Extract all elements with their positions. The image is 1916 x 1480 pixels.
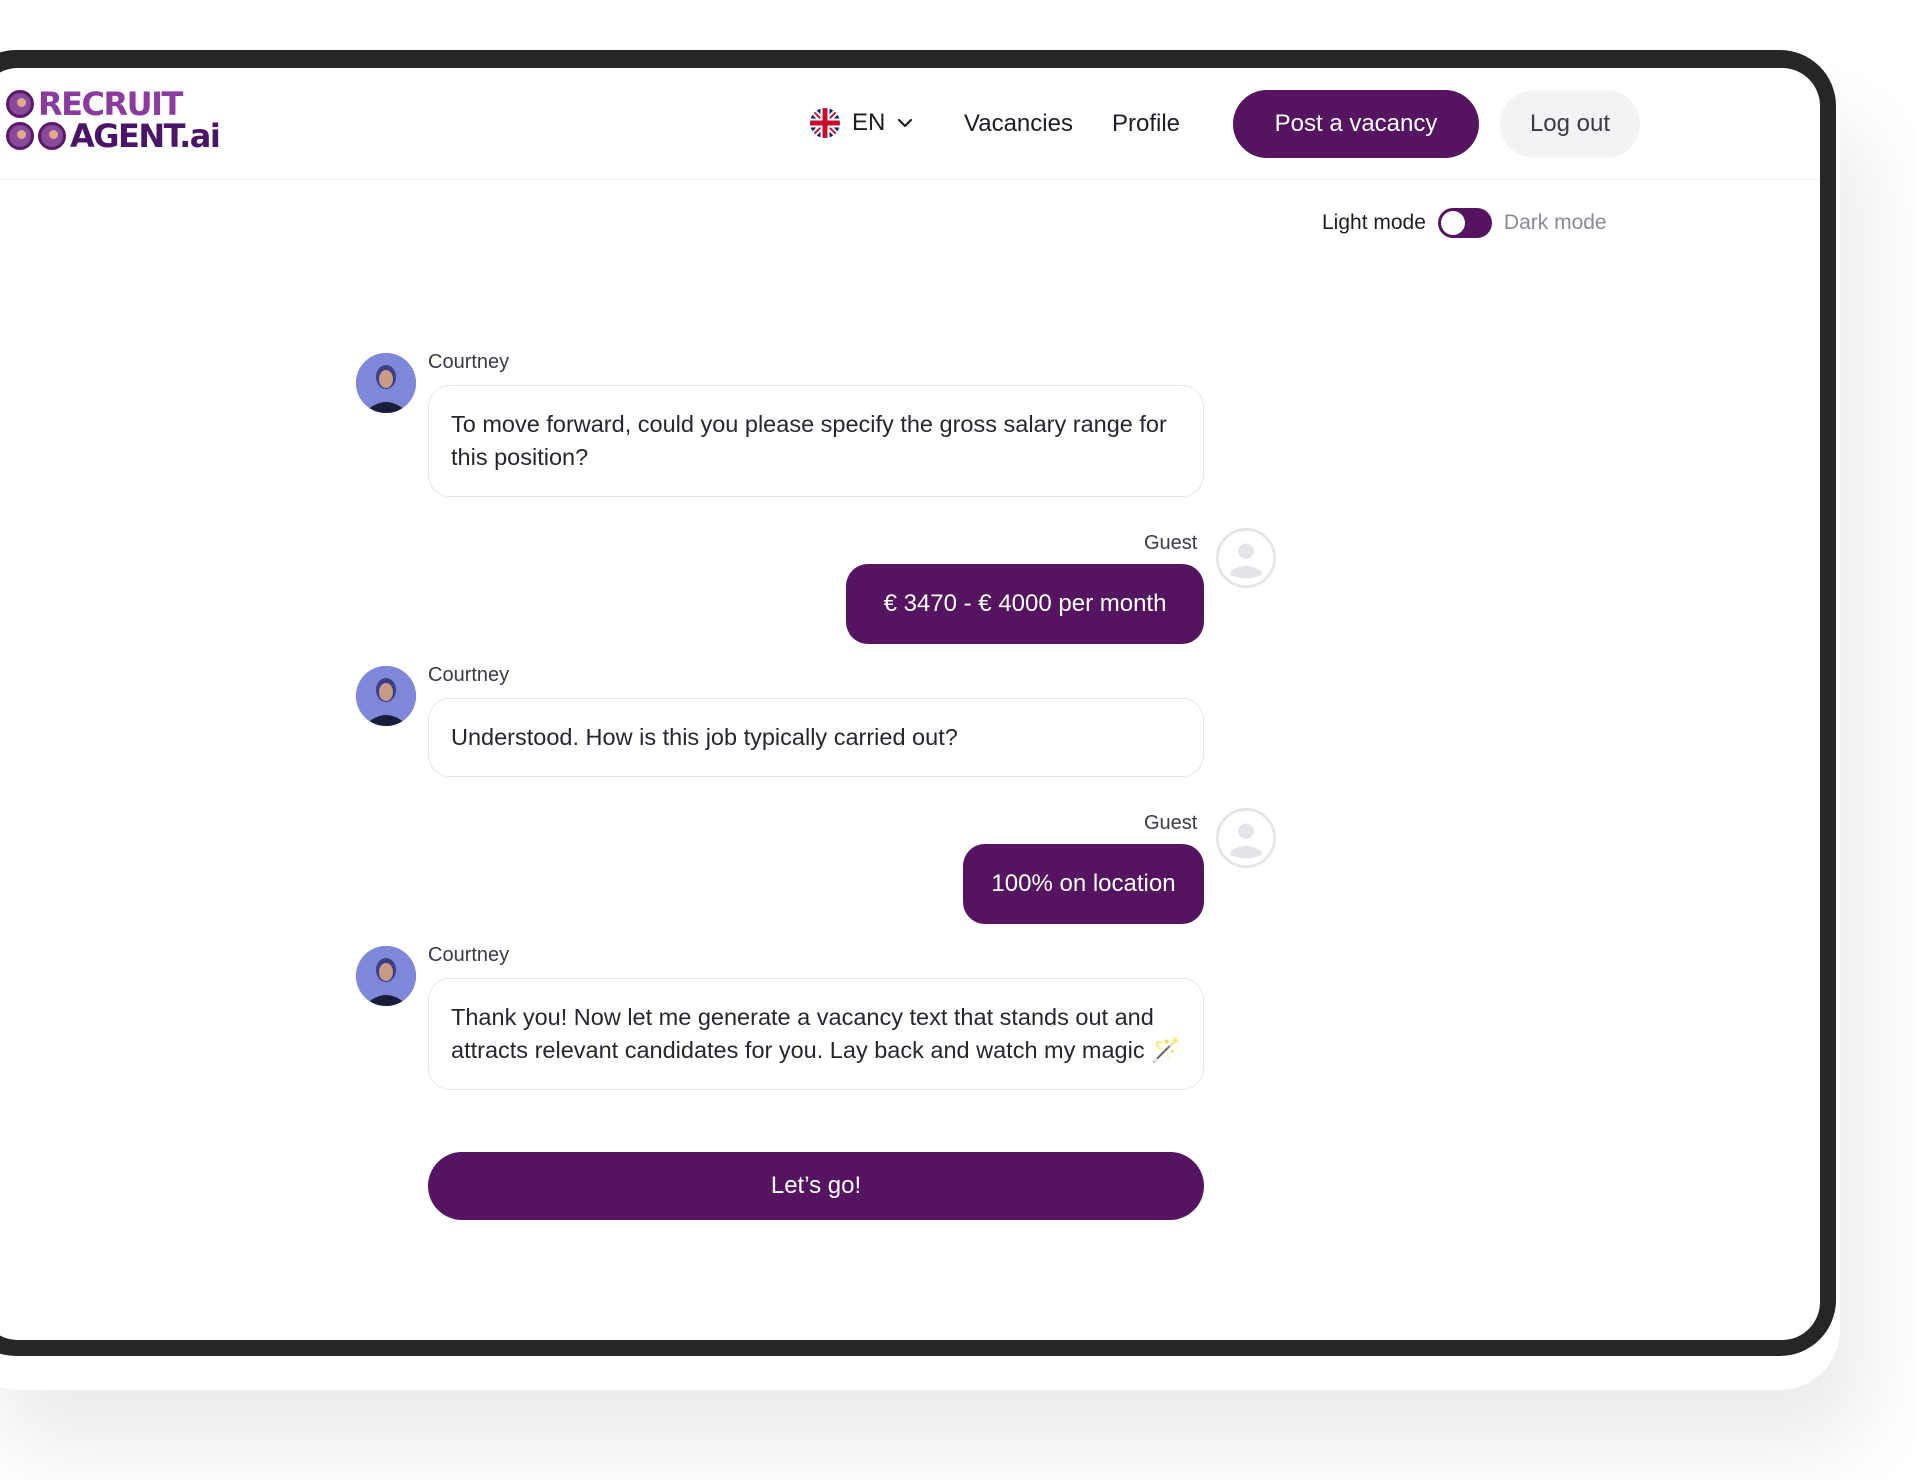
nav-profile[interactable]: Profile: [1112, 110, 1180, 138]
sender-name: Guest: [1144, 532, 1198, 554]
guest-avatar-icon: [1216, 808, 1276, 868]
chevron-down-icon: [898, 118, 913, 128]
app-screen: RECRUIT AGENT.ai EN Vacancies Profile Po…: [0, 68, 1820, 1340]
toggle-knob: [1440, 211, 1465, 235]
agent-avatar: [356, 946, 416, 1006]
sender-name: Courtney: [428, 664, 510, 686]
nav-vacancies[interactable]: Vacancies: [964, 110, 1073, 138]
uk-flag-icon: [810, 108, 840, 138]
agent-message-bubble: Thank you! Now let me generate a vacancy…: [428, 978, 1204, 1090]
sender-name: Courtney: [428, 351, 510, 373]
main-nav: EN Vacancies Profile Post a vacancy Log …: [0, 90, 1820, 158]
agent-message-bubble: Understood. How is this job typically ca…: [428, 698, 1204, 777]
agent-message-bubble: To move forward, could you please specif…: [428, 385, 1204, 497]
language-code: EN: [852, 109, 886, 136]
top-header: RECRUIT AGENT.ai EN Vacancies Profile Po…: [0, 68, 1820, 180]
sender-name: Guest: [1144, 812, 1198, 834]
guest-avatar-icon: [1216, 528, 1276, 588]
agent-avatar: [356, 666, 416, 726]
light-mode-label: Light mode: [1322, 211, 1426, 234]
theme-switch: Light mode Dark mode: [1322, 208, 1607, 238]
sender-name: Courtney: [428, 944, 510, 966]
agent-avatar: [356, 353, 416, 413]
user-message-bubble: € 3470 - € 4000 per month: [846, 564, 1204, 644]
logout-button[interactable]: Log out: [1500, 90, 1640, 158]
lets-go-button[interactable]: Let’s go!: [428, 1152, 1204, 1220]
language-selector[interactable]: EN: [810, 108, 915, 138]
post-vacancy-button[interactable]: Post a vacancy: [1233, 90, 1479, 158]
dark-mode-label: Dark mode: [1503, 211, 1607, 234]
theme-toggle[interactable]: [1437, 208, 1492, 238]
user-message-bubble: 100% on location: [963, 844, 1204, 924]
